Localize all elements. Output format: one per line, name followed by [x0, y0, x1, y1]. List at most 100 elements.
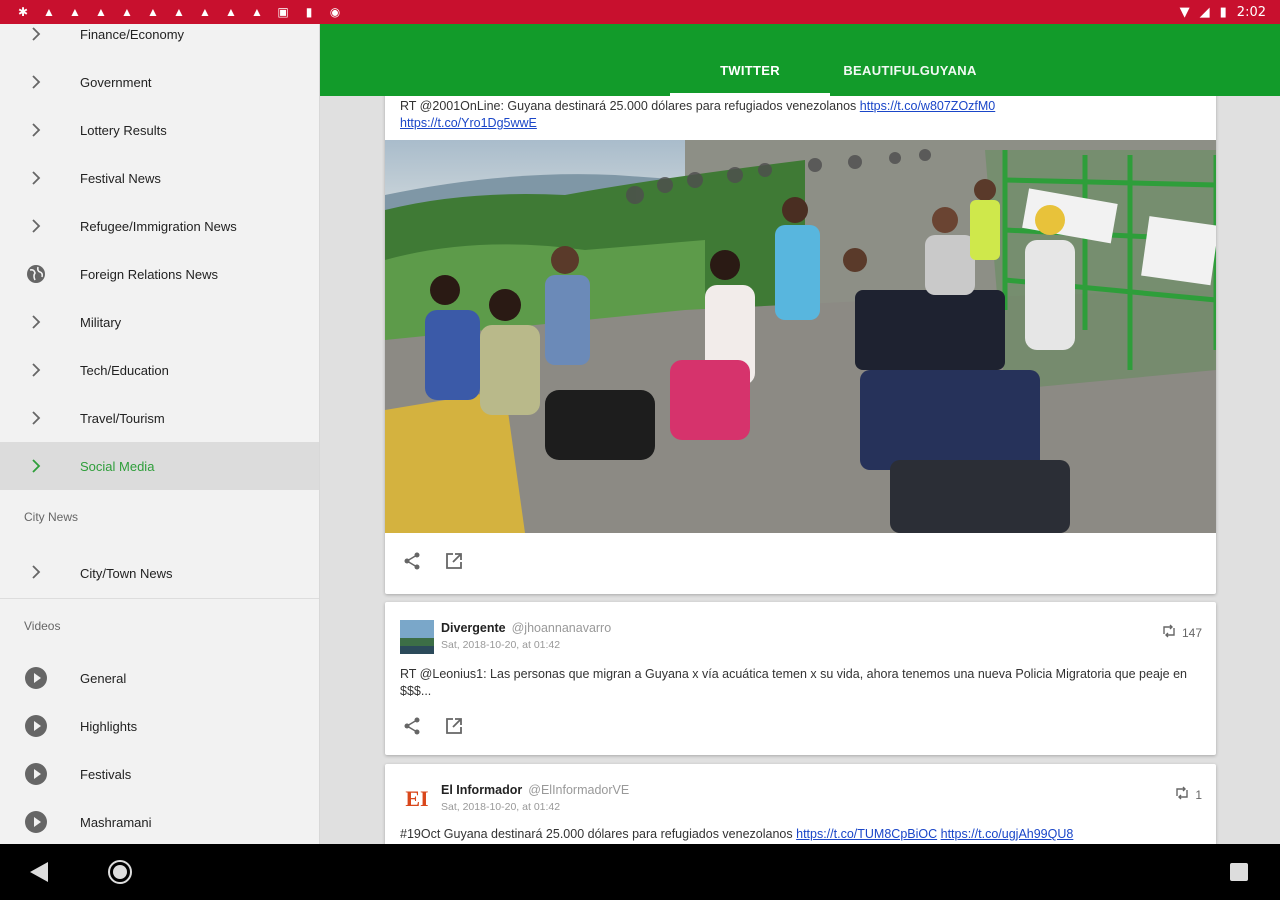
chevron-right-icon: [24, 166, 48, 190]
drawer-item-video-general[interactable]: General: [0, 654, 319, 702]
share-icon[interactable]: [401, 550, 423, 572]
bell-icon: ▲: [121, 5, 133, 19]
drawer-item-tech-education[interactable]: Tech/Education: [0, 346, 319, 394]
drawer-item-refugee-news[interactable]: Refugee/Immigration News: [0, 202, 319, 250]
bell-icon: ▲: [147, 5, 159, 19]
tweet-text: RT @2001OnLine: Guyana destinará 25.000 …: [400, 98, 1200, 132]
section-header-videos: Videos: [0, 598, 319, 654]
tweet-author[interactable]: El Informador @ElInformadorVE: [441, 783, 629, 797]
tweet-body: #19Oct Guyana destinará 25.000 dólares p…: [400, 827, 793, 841]
battery-icon: ▮: [1219, 4, 1227, 20]
drawer-item-label: Foreign Relations News: [80, 266, 219, 282]
tweet-actions: [401, 715, 465, 737]
back-button[interactable]: [30, 862, 48, 882]
bell-icon: ▲: [95, 5, 107, 19]
clock: 2:02: [1236, 4, 1266, 20]
chevron-right-icon: [24, 358, 48, 382]
settings-notification-icon: ✱: [17, 5, 29, 19]
system-indicators: ▼ ◢ ▮ 2:02: [1180, 5, 1266, 20]
drawer-item-label: Government: [80, 74, 152, 90]
drawer-item-label: Military: [80, 314, 122, 330]
drawer-item-label: Refugee/Immigration News: [80, 218, 237, 234]
drawer-item-video-festivals[interactable]: Festivals: [0, 750, 319, 798]
tweet-card: RT @2001OnLine: Guyana destinará 25.000 …: [385, 96, 1216, 594]
circle-app-icon: ◉: [329, 5, 341, 19]
drawer-item-foreign-relations[interactable]: Foreign Relations News: [0, 250, 319, 298]
open-external-icon[interactable]: [443, 550, 465, 572]
section-header-city-news: City News: [0, 490, 319, 548]
recent-apps-button[interactable]: [1230, 863, 1248, 881]
section-header-label: Videos: [24, 619, 61, 633]
tweet-body: RT @2001OnLine: Guyana destinará 25.000 …: [400, 99, 857, 113]
author-name: El Informador: [441, 783, 523, 797]
drawer-item-label: Travel/Tourism: [80, 410, 165, 426]
drawer-item-label: Finance/Economy: [80, 26, 185, 42]
chevron-right-icon: [24, 24, 48, 46]
tweet-link[interactable]: https://t.co/Yro1Dg5wwE: [400, 116, 537, 130]
tab-twitter[interactable]: TWITTER: [670, 50, 830, 96]
refugees-walking-photo: [385, 140, 1216, 533]
drawer-item-label: City/Town News: [80, 565, 173, 581]
author-name: Divergente: [441, 621, 506, 635]
tweet-link[interactable]: https://t.co/w807ZOzfM0: [860, 99, 995, 113]
avatar[interactable]: [400, 620, 434, 654]
tweet-actions: [401, 550, 465, 572]
drawer-item-label: Highlights: [80, 718, 138, 734]
wifi-icon: ▼: [1179, 4, 1190, 20]
play-circle-icon: [24, 666, 48, 690]
chevron-right-icon: [24, 118, 48, 142]
drawer-item-government[interactable]: Government: [0, 58, 319, 106]
status-bar: ✱ ▲ ▲ ▲ ▲ ▲ ▲ ▲ ▲ ▲ ▣ ▮ ◉ ▼ ◢ ▮ 2:02: [0, 0, 1280, 24]
retweet-icon: [1161, 624, 1177, 641]
drawer-item-festival-news[interactable]: Festival News: [0, 154, 319, 202]
drawer-item-finance[interactable]: Finance/Economy: [0, 24, 319, 58]
drawer-item-label: Festival News: [80, 170, 161, 186]
drawer-item-label: Mashramani: [80, 814, 152, 830]
globe-icon: [24, 262, 48, 286]
chevron-right-icon: [24, 214, 48, 238]
tweet-author[interactable]: Divergente @jhoannanavarro: [441, 621, 611, 635]
bell-icon: ▲: [199, 5, 211, 19]
tab-beautifulguyana[interactable]: BEAUTIFULGUYANA: [830, 50, 990, 96]
chevron-right-icon: [24, 560, 48, 584]
bell-icon: ▲: [225, 5, 237, 19]
navigation-drawer: Finance/Economy Government Lottery Resul…: [0, 24, 320, 844]
drawer-item-social-media[interactable]: Social Media: [0, 442, 319, 490]
share-icon[interactable]: [401, 715, 423, 737]
drawer-item-city-town-news[interactable]: City/Town News: [0, 548, 319, 598]
chevron-right-icon: [24, 406, 48, 430]
tweet-card: EI El Informador @ElInformadorVE Sat, 201…: [385, 764, 1216, 844]
drawer-item-lottery-results[interactable]: Lottery Results: [0, 106, 319, 154]
tweet-link[interactable]: https://t.co/ugjAh99QU8: [941, 827, 1074, 841]
section-header-label: City News: [24, 510, 79, 524]
signal-icon: ◢: [1199, 4, 1210, 20]
avatar[interactable]: EI: [400, 782, 434, 816]
tweet-date: Sat, 2018-10-20, at 01:42: [441, 801, 561, 813]
tweet-date: Sat, 2018-10-20, at 01:42: [441, 639, 561, 651]
tweet-body: RT @Leonius1: Las personas que migran a …: [400, 667, 1188, 698]
box-icon: ▣: [277, 5, 289, 19]
app-bar: TWITTER BEAUTIFULGUYANA: [320, 24, 1280, 96]
drawer-item-video-highlights[interactable]: Highlights: [0, 702, 319, 750]
drawer-item-video-mashramani[interactable]: Mashramani: [0, 798, 319, 844]
drawer-item-label: Festivals: [80, 766, 132, 782]
open-external-icon[interactable]: [443, 715, 465, 737]
retweet-count: 147: [1161, 624, 1202, 641]
tweet-link[interactable]: https://t.co/TUM8CpBiOC: [796, 827, 937, 841]
play-circle-icon: [24, 762, 48, 786]
drawer-item-travel-tourism[interactable]: Travel/Tourism: [0, 394, 319, 442]
home-button[interactable]: [108, 860, 132, 884]
notification-icons: ✱ ▲ ▲ ▲ ▲ ▲ ▲ ▲ ▲ ▲ ▣ ▮ ◉: [14, 5, 344, 19]
drawer-item-label: Tech/Education: [80, 362, 169, 378]
tweet-photo[interactable]: [385, 140, 1216, 533]
retweet-count: 1: [1174, 786, 1202, 803]
tweet-feed[interactable]: RT @2001OnLine: Guyana destinará 25.000 …: [320, 96, 1280, 844]
drawer-item-military[interactable]: Military: [0, 298, 319, 346]
drawer-item-label: General: [80, 670, 127, 686]
bell-icon: ▲: [173, 5, 185, 19]
author-handle: @jhoannanavarro: [511, 621, 612, 635]
play-circle-icon: [24, 714, 48, 738]
bell-icon: ▲: [69, 5, 81, 19]
tab-bar: TWITTER BEAUTIFULGUYANA: [670, 50, 990, 96]
tweet-text: #19Oct Guyana destinará 25.000 dólares p…: [400, 826, 1200, 843]
